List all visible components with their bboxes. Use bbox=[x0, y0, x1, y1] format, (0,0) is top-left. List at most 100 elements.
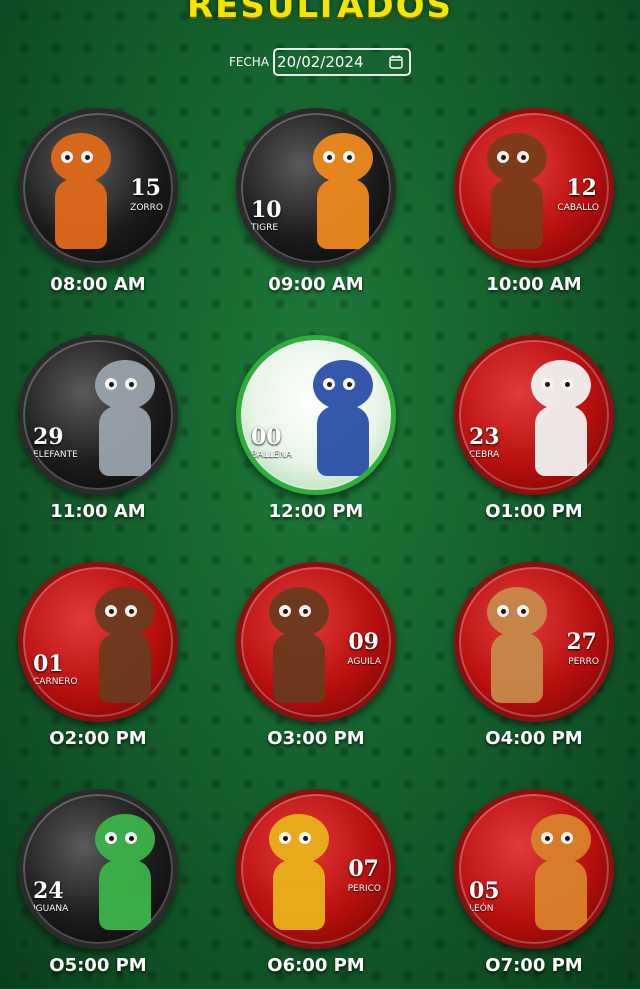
animal-eye bbox=[279, 605, 291, 617]
animal-eye bbox=[299, 605, 311, 617]
animal-name: IGUANA bbox=[33, 904, 69, 914]
result-card[interactable]: 01 CARNERO O2:00 PM bbox=[0, 562, 198, 762]
animal-body bbox=[99, 633, 151, 703]
result-card[interactable]: 12 CABALLO 10:00 AM bbox=[434, 108, 634, 308]
animal-eye bbox=[517, 151, 529, 163]
animal-illustration bbox=[521, 360, 601, 480]
animal-badge: 23 CEBRA bbox=[454, 335, 614, 495]
animal-eye bbox=[105, 378, 117, 390]
animal-eye bbox=[343, 378, 355, 390]
animal-eye bbox=[279, 832, 291, 844]
animal-badge: 00 BALLENA bbox=[236, 335, 396, 495]
animal-body bbox=[317, 179, 369, 249]
result-card[interactable]: 09 AGUILA O3:00 PM bbox=[216, 562, 416, 762]
animal-eye bbox=[299, 832, 311, 844]
animal-number: 23 bbox=[469, 424, 500, 450]
animal-eye bbox=[343, 151, 355, 163]
result-time: 11:00 AM bbox=[50, 501, 146, 522]
result-card[interactable]: 29 ELEFANTE 11:00 AM bbox=[0, 335, 198, 535]
animal-name: LEÓN bbox=[469, 904, 494, 914]
calendar-icon[interactable] bbox=[389, 55, 403, 69]
result-time: O4:00 PM bbox=[485, 728, 583, 749]
date-value: 20/02/2024 bbox=[277, 53, 364, 71]
animal-illustration bbox=[259, 587, 339, 707]
animal-body bbox=[273, 860, 325, 930]
animal-eye bbox=[81, 151, 93, 163]
animal-name: CABALLO bbox=[557, 203, 599, 213]
page-title: RESULTADOS bbox=[186, 0, 454, 26]
result-time: 08:00 AM bbox=[50, 274, 146, 295]
animal-illustration bbox=[85, 814, 165, 934]
animal-name: AGUILA bbox=[347, 657, 381, 667]
animal-badge: 07 PERICO bbox=[236, 789, 396, 949]
animal-body bbox=[99, 406, 151, 476]
animal-number: 09 bbox=[348, 629, 379, 655]
result-time: 09:00 AM bbox=[268, 274, 364, 295]
animal-body bbox=[535, 860, 587, 930]
result-card[interactable]: 10 TIGRE 09:00 AM bbox=[216, 108, 416, 308]
animal-badge: 10 TIGRE bbox=[236, 108, 396, 268]
result-card[interactable]: 23 CEBRA O1:00 PM bbox=[434, 335, 634, 535]
animal-eye bbox=[125, 832, 137, 844]
animal-name: CEBRA bbox=[469, 450, 500, 460]
result-card[interactable]: 00 BALLENA 12:00 PM bbox=[216, 335, 416, 535]
animal-badge: 12 CABALLO bbox=[454, 108, 614, 268]
animal-eye bbox=[561, 832, 573, 844]
animal-eye bbox=[541, 832, 553, 844]
animal-body bbox=[273, 633, 325, 703]
animal-number: 10 bbox=[251, 197, 282, 223]
animal-eye bbox=[323, 378, 335, 390]
animal-eye bbox=[105, 605, 117, 617]
animal-eye bbox=[497, 605, 509, 617]
result-card[interactable]: 24 IGUANA O5:00 PM bbox=[0, 789, 198, 989]
animal-badge: 27 PERRO bbox=[454, 562, 614, 722]
animal-name: ELEFANTE bbox=[33, 450, 78, 460]
animal-name: ZORRO bbox=[130, 203, 163, 213]
animal-badge: 05 LEÓN bbox=[454, 789, 614, 949]
animal-name: CARNERO bbox=[33, 677, 78, 687]
animal-badge: 24 IGUANA bbox=[18, 789, 178, 949]
animal-name: BALLENA bbox=[251, 450, 292, 460]
animal-number: 01 bbox=[33, 651, 64, 677]
animal-body bbox=[55, 179, 107, 249]
result-time: 10:00 AM bbox=[486, 274, 582, 295]
animal-number: 00 bbox=[251, 424, 282, 450]
animal-body bbox=[99, 860, 151, 930]
result-time: O1:00 PM bbox=[485, 501, 583, 522]
animal-eye bbox=[105, 832, 117, 844]
result-card[interactable]: 07 PERICO O6:00 PM bbox=[216, 789, 416, 989]
result-time: O7:00 PM bbox=[485, 955, 583, 976]
result-card[interactable]: 27 PERRO O4:00 PM bbox=[434, 562, 634, 762]
animal-eye bbox=[541, 378, 553, 390]
animal-eye bbox=[561, 378, 573, 390]
date-filter: FECHA 20/02/2024 bbox=[0, 48, 640, 76]
animal-name: TIGRE bbox=[251, 223, 279, 233]
animal-eye bbox=[125, 378, 137, 390]
animal-illustration bbox=[259, 814, 339, 934]
result-card[interactable]: 05 LEÓN O7:00 PM bbox=[434, 789, 634, 989]
animal-badge: 01 CARNERO bbox=[18, 562, 178, 722]
animal-badge: 15 ZORRO bbox=[18, 108, 178, 268]
animal-illustration bbox=[521, 814, 601, 934]
animal-illustration bbox=[85, 587, 165, 707]
animal-eye bbox=[497, 151, 509, 163]
animal-eye bbox=[61, 151, 73, 163]
result-time: O5:00 PM bbox=[49, 955, 147, 976]
animal-badge: 09 AGUILA bbox=[236, 562, 396, 722]
animal-body bbox=[535, 406, 587, 476]
animal-name: PERRO bbox=[568, 657, 599, 667]
animal-body bbox=[491, 179, 543, 249]
result-time: O3:00 PM bbox=[267, 728, 365, 749]
result-time: 12:00 PM bbox=[268, 501, 364, 522]
animal-illustration bbox=[477, 133, 557, 253]
date-input[interactable]: 20/02/2024 bbox=[273, 48, 412, 76]
result-card[interactable]: 15 ZORRO 08:00 AM bbox=[0, 108, 198, 308]
animal-number: 07 bbox=[348, 856, 379, 882]
animal-body bbox=[317, 406, 369, 476]
animal-number: 05 bbox=[469, 878, 500, 904]
animal-number: 15 bbox=[130, 175, 161, 201]
animal-number: 27 bbox=[566, 629, 597, 655]
animal-name: PERICO bbox=[347, 884, 381, 894]
animal-illustration bbox=[85, 360, 165, 480]
animal-number: 24 bbox=[33, 878, 64, 904]
